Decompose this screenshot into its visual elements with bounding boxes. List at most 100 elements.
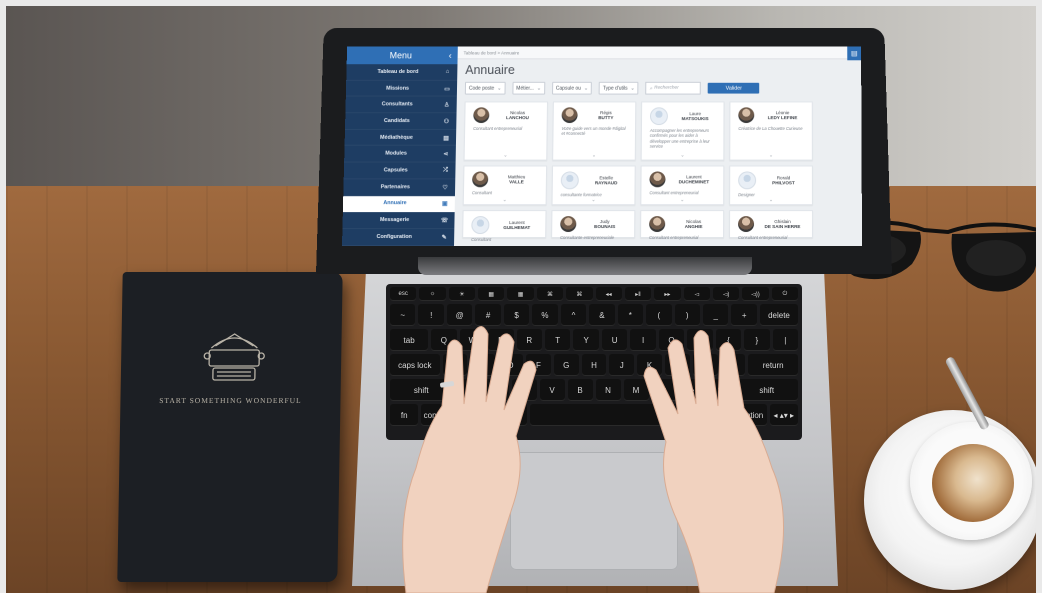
key-f5[interactable]: ⌘ [536, 287, 564, 301]
key[interactable]: Y [573, 329, 599, 351]
chevron-down-icon[interactable]: ⌄ [465, 153, 547, 159]
sidebar-item-candidats[interactable]: Candidats ⚇ [344, 113, 457, 130]
sidebar-item-capsules[interactable]: Capsules ⤮ [343, 162, 456, 180]
key-f4[interactable]: ▦ [507, 287, 534, 301]
frame-border [0, 0, 6, 593]
profile-card[interactable]: Nicolas LANCHOU Consultant entrepreneurial… [463, 101, 548, 161]
profile-card[interactable]: Laurent DUCHEMINET Consultant entrepreneur… [640, 165, 725, 206]
chevron-down-icon[interactable]: ⌄ [553, 197, 635, 203]
profile-tagline: Votre guide vers un monde #digital et #c… [561, 126, 626, 137]
key-f2[interactable]: ☀ [448, 287, 476, 301]
laptop-screen: Menu ‹ Tableau de bord ⌂ Missions ▭ Consulta… [342, 46, 862, 246]
menu-title: Menu [389, 50, 413, 61]
profile-card[interactable]: Laurent GUILHEMAT Consultant [462, 210, 547, 242]
profile-card-header: Régis BUTTY [554, 102, 636, 125]
last-name: BOUNAIS [594, 224, 616, 230]
profile-card-header: Nicolas ANGHIE [641, 211, 723, 234]
sidebar-item-médiathèque[interactable]: Médiathèque ▤ [344, 129, 457, 147]
capsule-select[interactable]: Capsule ou ⌄ [551, 81, 593, 95]
notebook-tagline: START SOMETHING WONDERFUL [159, 396, 302, 405]
profile-card[interactable]: Laure MATSOUKIS Accompagner les entreprene… [640, 101, 725, 161]
sidebar-item-tableau-de-bord[interactable]: Tableau de bord ⌂ [346, 64, 458, 81]
sidebar-item-configuration[interactable]: Configuration ✎ [342, 228, 455, 246]
profile-card[interactable]: Régis BUTTY Votre guide vers un monde #dig… [552, 101, 637, 161]
profile-card-header: Léonie LEDY LEFINE [730, 102, 811, 125]
sidebar-item-label: Modules [385, 150, 408, 157]
avatar [649, 171, 666, 188]
sidebar-item-modules[interactable]: Modules ⋖ [344, 146, 456, 163]
avatar [560, 216, 577, 233]
profile-card-header: Ghislain DE SAIN HERRE [730, 211, 812, 234]
profile-card-header: Matthieu VALLE [464, 166, 546, 189]
key-f3[interactable]: ▦ [478, 287, 505, 301]
profile-tagline: Consultant entrepreneurial [738, 235, 788, 241]
search-input[interactable]: ⌕ Rechercher [645, 81, 702, 95]
profile-tagline: Accompagner les entrepreneurs confirmés … [649, 127, 710, 150]
sidebar-item-consultants[interactable]: Consultants ♙ [345, 96, 457, 114]
avatar [738, 107, 755, 124]
key-f10[interactable]: ◅ [683, 287, 710, 301]
page-title: Annuaire [465, 63, 515, 77]
sidebar-item-label: Capsules [383, 167, 408, 174]
person-name: Laurent GUILHEMAT [493, 220, 540, 231]
key-f11[interactable]: ◅) [712, 287, 740, 301]
key-f9[interactable]: ▸▸ [654, 287, 681, 301]
chevron-down-icon[interactable]: ⌄ [641, 197, 723, 203]
metier-label: Métier... [516, 85, 534, 92]
profile-card-header: Judy BOUNAIS [552, 211, 634, 234]
key-f6[interactable]: ⌘ [566, 287, 593, 301]
profile-card[interactable]: Ghislain DE SAIN HERRE Consultant entrepre… [729, 210, 813, 241]
photo-scene: START SOMETHING WONDERFUL esc ☼ ☀ ▦ ▦ ⌘ … [0, 0, 1042, 593]
sidebar-item-label: Partenaires [380, 183, 411, 190]
sidebar-item-messagerie[interactable]: Messagerie ☏ [342, 212, 455, 229]
image-icon: ▤ [443, 135, 449, 142]
person-name: Léonie LEDY LEFINE [758, 110, 807, 121]
metier-select[interactable]: Métier... ⌄ [512, 81, 546, 95]
key-f8[interactable]: ▸‖ [624, 287, 652, 301]
profile-card[interactable]: Judy BOUNAIS Consultante entrepreneuriale [551, 210, 636, 241]
search-icon: ⌕ [649, 86, 653, 92]
profile-card[interactable]: Matthieu VALLE Consultant ⌄ [462, 165, 548, 206]
filter-bar: Code poste ⌄ Métier... ⌄ Capsule ou ⌄ Ty… [457, 79, 861, 98]
directory-grid: Nicolas LANCHOU Consultant entrepreneurial… [454, 98, 862, 242]
key-power[interactable]: ⏻ [771, 287, 799, 301]
sidebar-item-label: Consultants [381, 101, 413, 108]
profile-card[interactable]: Estelle RAYNAUD consultante formatrice ⌄ [551, 165, 636, 206]
briefcase-icon: ▭ [444, 86, 450, 93]
avatar [738, 216, 755, 233]
wrench-icon: ✎ [441, 234, 447, 241]
sidebar-item-annuaire[interactable]: Annuaire ▣ [342, 195, 455, 213]
notebook-icon[interactable]: ▤ [847, 46, 862, 61]
last-name: DE SAIN HERRE [764, 224, 801, 230]
profile-card[interactable]: Nicolas ANGHIE Consultant entrepreneurial [640, 210, 725, 240]
key-f12[interactable]: ◅)) [742, 287, 769, 301]
profile-card-header: Estelle RAYNAUD [553, 166, 635, 191]
chevron-down-icon: ⌄ [497, 85, 502, 92]
sidebar-item-label: Configuration [376, 233, 412, 240]
key-f7[interactable]: ◂◂ [595, 287, 622, 301]
validate-button[interactable]: Valider [708, 82, 760, 94]
key[interactable]: H [581, 354, 607, 376]
avatar [560, 171, 579, 190]
chevron-down-icon[interactable]: ⌄ [730, 197, 812, 203]
last-name: LEDY LEFINE [767, 115, 798, 121]
chevron-down-icon[interactable]: ⌄ [553, 153, 635, 159]
chevron-down-icon[interactable]: ⌄ [464, 197, 546, 203]
chevron-left-icon[interactable]: ‹ [449, 51, 452, 61]
key-esc[interactable]: esc [390, 287, 417, 301]
last-name: PHILVOST [772, 180, 795, 186]
profile-card[interactable]: Rorald PHILVOST Designer ⌄ [729, 165, 813, 206]
chevron-down-icon[interactable]: ⌄ [730, 153, 812, 159]
last-name: GUILHEMAT [503, 225, 531, 231]
type-utils-select[interactable]: Type d'utils ⌄ [598, 81, 639, 95]
breadcrumb-text[interactable]: Tableau de bord > Annuaire [464, 50, 520, 55]
sidebar-item-partenaires[interactable]: Partenaires ♡ [343, 179, 456, 196]
key-f1[interactable]: ☼ [419, 287, 446, 301]
chevron-down-icon[interactable]: ⌄ [642, 153, 724, 159]
code-poste-select[interactable]: Code poste ⌄ [464, 81, 506, 95]
profile-tagline: Consultant [471, 237, 492, 243]
sidebar-item-missions[interactable]: Missions ▭ [345, 80, 458, 97]
profile-card[interactable]: Léonie LEDY LEFINE Créatrice de La Chouett… [729, 101, 813, 161]
handshake-icon: ♡ [442, 184, 448, 191]
profile-tagline: Consultante entrepreneuriale [560, 235, 615, 241]
